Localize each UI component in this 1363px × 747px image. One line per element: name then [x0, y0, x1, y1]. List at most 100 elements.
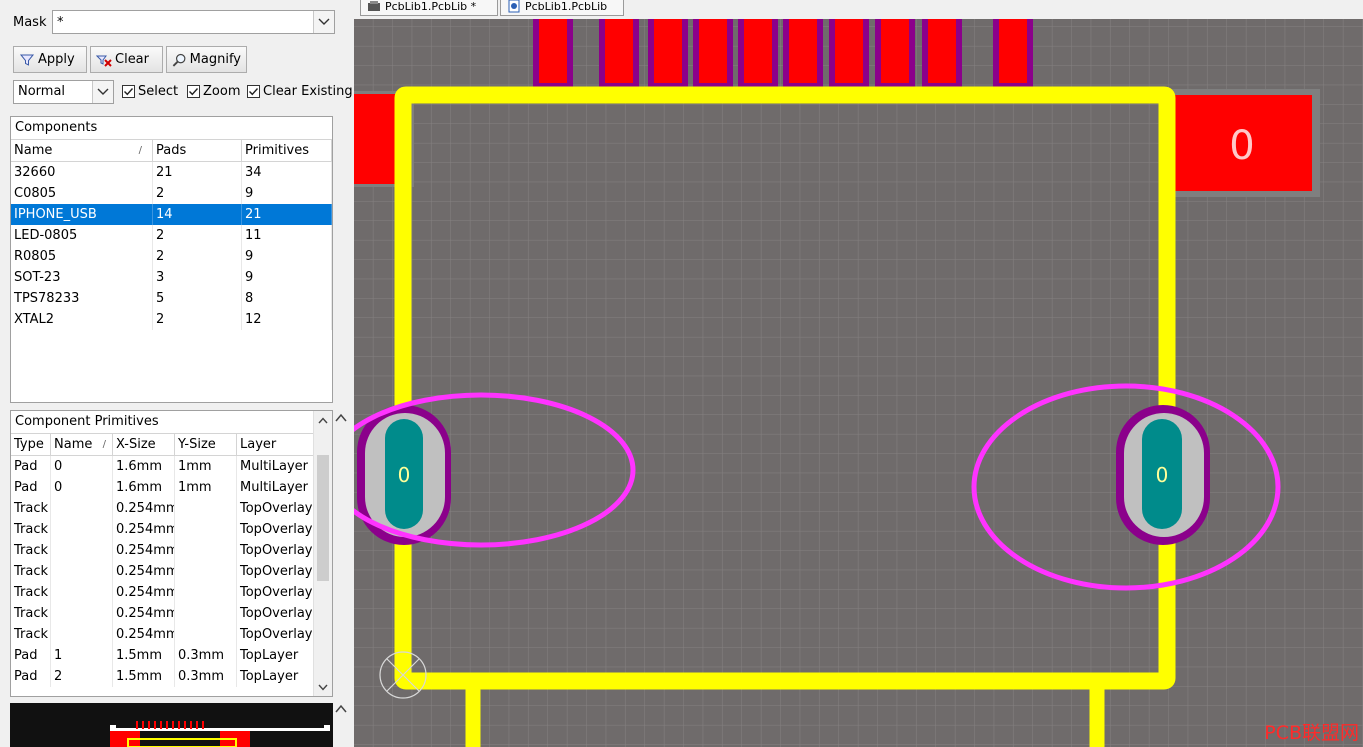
- panel-scroll-up-icon[interactable]: [334, 412, 348, 424]
- chevron-down-icon: [97, 88, 109, 95]
- clear-button[interactable]: Clear: [90, 46, 163, 73]
- table-row[interactable]: Pad 1 1.5mm 0.3mm TopLayer: [11, 645, 332, 666]
- zoom-checkbox[interactable]: Zoom: [187, 84, 240, 99]
- sort-indicator: /: [138, 145, 142, 156]
- pcb-editor-canvas[interactable]: 0 0 0 PCB联盟网: [354, 19, 1363, 747]
- right-pad-number: 0: [1229, 123, 1254, 169]
- component-preview[interactable]: [10, 703, 333, 747]
- cell-type: Track: [11, 582, 51, 603]
- cell-type: Pad: [11, 666, 51, 687]
- tab-pcblib1[interactable]: PcbLib1.PcbLib: [500, 0, 624, 16]
- table-row[interactable]: XTAL2 2 12: [11, 309, 332, 330]
- cell-layer: TopOverlay: [237, 498, 315, 519]
- cell-ysize: [175, 603, 237, 624]
- cell-name: 1: [51, 645, 113, 666]
- filter-mode-combobox[interactable]: Normal: [13, 80, 114, 104]
- table-row[interactable]: Track 0.254mm TopOverlay: [11, 603, 332, 624]
- components-header: Name / Pads Primitives: [11, 140, 332, 162]
- cell-layer: TopOverlay: [237, 561, 315, 582]
- mask-dropdown-button[interactable]: [313, 11, 334, 33]
- pcb-footprint-drawing: 0 0 0: [354, 19, 1363, 747]
- chevron-down-icon: [318, 18, 330, 25]
- table-row[interactable]: Pad 2 1.5mm 0.3mm TopLayer: [11, 666, 332, 687]
- table-row[interactable]: LED-0805 2 11: [11, 225, 332, 246]
- filter-mode-dropdown-button[interactable]: [92, 81, 113, 103]
- checkmark-icon: [249, 88, 259, 96]
- mask-label: Mask: [13, 15, 47, 30]
- column-header-ysize[interactable]: Y-Size: [175, 434, 237, 455]
- table-row[interactable]: SOT-23 3 9: [11, 267, 332, 288]
- clear-existing-checkbox[interactable]: Clear Existing: [247, 84, 353, 99]
- table-row-selected[interactable]: IPHONE_USB 14 21: [11, 204, 332, 225]
- table-row[interactable]: Track 0.254mm TopOverlay: [11, 582, 332, 603]
- right-pad-designator: 0: [1156, 463, 1169, 487]
- cell-ysize: 1mm: [175, 456, 237, 477]
- cell-xsize: 1.6mm: [113, 477, 175, 498]
- checkbox-box[interactable]: [122, 85, 135, 98]
- cell-name: [51, 603, 113, 624]
- scroll-down-button[interactable]: [317, 681, 329, 693]
- table-row[interactable]: Pad 0 1.6mm 1mm MultiLayer: [11, 477, 332, 498]
- cell-name: [51, 519, 113, 540]
- table-row[interactable]: R0805 2 9: [11, 246, 332, 267]
- column-header-pads[interactable]: Pads: [153, 140, 242, 161]
- cell-xsize: 1.5mm: [113, 666, 175, 687]
- cell-name: 0: [51, 477, 113, 498]
- cell-name: [51, 540, 113, 561]
- cell-layer: TopOverlay: [237, 582, 315, 603]
- tab-pcblib1-modified[interactable]: PcbLib1.PcbLib *: [360, 0, 498, 16]
- table-row[interactable]: Track 0.254mm TopOverlay: [11, 519, 332, 540]
- select-checkbox[interactable]: Select: [122, 84, 178, 99]
- table-row[interactable]: C0805 2 9: [11, 183, 332, 204]
- checkbox-box[interactable]: [187, 85, 200, 98]
- cell-layer: TopLayer: [237, 645, 315, 666]
- table-row[interactable]: Track 0.254mm TopOverlay: [11, 540, 332, 561]
- cell-xsize: 0.254mm: [113, 561, 175, 582]
- filter-mode-value: Normal: [18, 84, 66, 99]
- preview-scroll-up-icon[interactable]: [334, 703, 348, 715]
- top-pad-row: [533, 19, 1033, 89]
- cell-xsize: 0.254mm: [113, 540, 175, 561]
- apply-button[interactable]: Apply: [13, 46, 87, 73]
- cell-ysize: [175, 498, 237, 519]
- magnify-button[interactable]: Magnify: [166, 46, 247, 73]
- mask-combobox[interactable]: [52, 10, 335, 34]
- column-header-primitives[interactable]: Primitives: [242, 140, 332, 161]
- table-row[interactable]: Pad 0 1.6mm 1mm MultiLayer: [11, 456, 332, 477]
- table-row[interactable]: Track 0.254mm TopOverlay: [11, 624, 332, 645]
- scroll-up-button[interactable]: [317, 414, 329, 426]
- cell-ysize: [175, 519, 237, 540]
- column-header-type[interactable]: Type: [11, 434, 51, 455]
- primitives-header: Type Name / X-Size Y-Size Layer: [11, 434, 332, 456]
- tab-label: PcbLib1.PcbLib: [525, 0, 608, 13]
- column-header-layer[interactable]: Layer: [237, 434, 315, 455]
- zoom-checkbox-label: Zoom: [203, 84, 241, 99]
- preview-drawing: [110, 721, 330, 747]
- table-row[interactable]: TPS78233 5 8: [11, 288, 332, 309]
- mask-input[interactable]: [55, 12, 314, 32]
- funnel-icon: [19, 54, 35, 66]
- cell-type: Track: [11, 519, 51, 540]
- checkbox-box[interactable]: [247, 85, 260, 98]
- pcb-library-panel: Mask Apply Clear Magnify Normal Select Z…: [0, 0, 354, 747]
- table-row[interactable]: Track 0.254mm TopOverlay: [11, 498, 332, 519]
- scrollbar-thumb[interactable]: [317, 455, 329, 581]
- column-header-name[interactable]: Name /: [11, 140, 153, 161]
- primitives-scrollbar[interactable]: [313, 411, 332, 696]
- cell-xsize: 1.6mm: [113, 456, 175, 477]
- column-header-name[interactable]: Name /: [51, 434, 113, 455]
- cell-ysize: 1mm: [175, 477, 237, 498]
- cell-layer: MultiLayer: [237, 456, 315, 477]
- cell-type: Pad: [11, 645, 51, 666]
- cell-ysize: 0.3mm: [175, 666, 237, 687]
- table-row[interactable]: Track 0.254mm TopOverlay: [11, 561, 332, 582]
- pcb-library-document-icon: [508, 0, 520, 13]
- preview-overlay: [127, 738, 237, 747]
- chevron-up-icon: [318, 416, 328, 423]
- table-row[interactable]: 32660 21 34: [11, 162, 332, 183]
- column-header-xsize[interactable]: X-Size: [113, 434, 175, 455]
- cell-ysize: [175, 540, 237, 561]
- preview-handle: [324, 725, 330, 731]
- preview-pins: [136, 721, 204, 729]
- clear-label: Clear: [115, 52, 149, 67]
